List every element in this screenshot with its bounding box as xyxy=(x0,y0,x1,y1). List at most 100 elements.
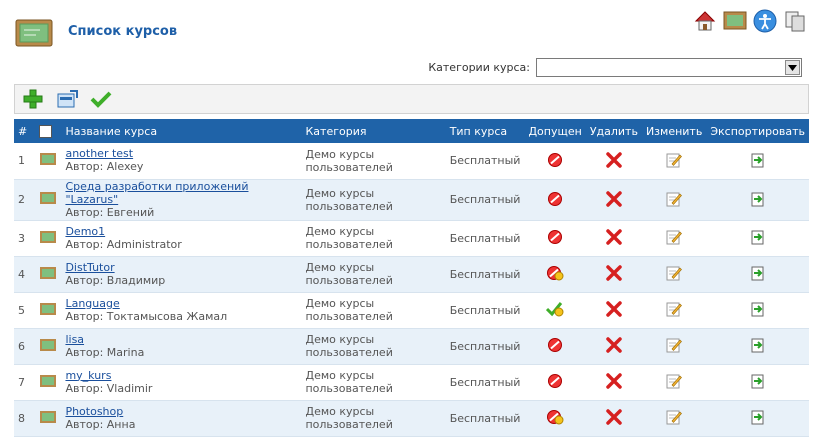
edit-cell xyxy=(641,143,707,180)
course-author: Автор: Alexey xyxy=(65,160,144,174)
col-edit: Изменить xyxy=(641,119,707,143)
chalkboard-icon xyxy=(39,153,57,169)
course-link[interactable]: Demo1 xyxy=(65,225,297,238)
export-icon[interactable] xyxy=(749,228,767,246)
delete-icon[interactable] xyxy=(605,300,623,318)
table-row: 4 DistTutor Автор: Владимир Демо курсы п… xyxy=(14,256,809,293)
blocked-status-icon[interactable] xyxy=(546,190,564,208)
col-type[interactable]: Тип курса xyxy=(445,119,525,143)
blocked-status-icon[interactable] xyxy=(546,336,564,354)
export-icon[interactable] xyxy=(749,408,767,426)
course-category-cell: Демо курсы пользователей xyxy=(301,220,446,257)
accessibility-icon[interactable] xyxy=(752,8,778,34)
col-number: # xyxy=(14,119,36,143)
course-author: Автор: Анна xyxy=(65,417,136,431)
export-icon[interactable] xyxy=(749,300,767,318)
course-author: Автор: Administrator xyxy=(65,237,182,251)
blocked-status-icon[interactable] xyxy=(546,372,564,390)
chevron-down-icon[interactable] xyxy=(785,60,800,75)
blocked-status-icon[interactable] xyxy=(546,151,564,169)
category-filter-label: Категории курса: xyxy=(428,61,530,74)
edit-icon[interactable] xyxy=(665,372,683,390)
course-type: Бесплатный xyxy=(445,400,525,437)
delete-cell xyxy=(585,292,642,329)
home-icon[interactable] xyxy=(692,8,718,34)
delete-icon[interactable] xyxy=(605,408,623,426)
course-category-line1: Демо курсы xyxy=(305,333,375,346)
export-icon[interactable] xyxy=(749,336,767,354)
approved-status-icon[interactable] xyxy=(546,300,564,318)
course-category-line1: Демо курсы xyxy=(305,147,375,161)
export-icon[interactable] xyxy=(749,190,767,208)
row-icon-cell xyxy=(35,179,62,221)
row-icon-cell xyxy=(35,328,62,365)
row-number: 1 xyxy=(14,143,36,180)
export-cell xyxy=(706,400,809,437)
course-link[interactable]: my_kurs xyxy=(65,369,297,382)
col-select xyxy=(35,119,62,143)
course-category-line1: Демо курсы xyxy=(305,405,375,418)
allowed-cell xyxy=(524,400,586,437)
delete-icon[interactable] xyxy=(605,190,623,208)
delete-icon[interactable] xyxy=(605,372,623,390)
delete-cell xyxy=(585,364,642,401)
export-icon[interactable] xyxy=(749,151,767,169)
table-row: 7 my_kurs Автор: Vladimir Демо курсы пол… xyxy=(14,364,809,401)
delete-icon[interactable] xyxy=(605,151,623,169)
export-icon[interactable] xyxy=(749,264,767,282)
course-link[interactable]: Photoshop xyxy=(65,405,297,418)
delete-icon[interactable] xyxy=(605,336,623,354)
row-number: 2 xyxy=(14,179,36,221)
add-icon[interactable] xyxy=(21,88,45,110)
delete-icon[interactable] xyxy=(605,228,623,246)
export-icon[interactable] xyxy=(749,372,767,390)
course-category-cell: Демо курсы пользователей xyxy=(301,364,446,401)
course-link[interactable]: DistTutor xyxy=(65,261,297,274)
course-name-cell: another test Автор: Alexey xyxy=(61,143,302,180)
edit-icon[interactable] xyxy=(665,151,683,169)
export-cell xyxy=(706,179,809,221)
course-type: Бесплатный xyxy=(445,256,525,293)
chalkboard-icon xyxy=(39,374,57,391)
course-link[interactable]: Среда разработки приложений "Lazarus" xyxy=(65,180,297,206)
export-cell xyxy=(706,143,809,180)
edit-icon[interactable] xyxy=(665,228,683,246)
allowed-cell xyxy=(524,328,586,365)
copy-icon[interactable] xyxy=(782,8,808,34)
edit-icon[interactable] xyxy=(665,300,683,318)
edit-cell xyxy=(641,179,707,221)
delete-icon[interactable] xyxy=(605,264,623,282)
category-select[interactable] xyxy=(536,58,802,77)
select-all-checkbox[interactable] xyxy=(39,124,53,138)
course-category-line2: пользователей xyxy=(305,310,393,323)
import-icon[interactable] xyxy=(55,88,79,110)
course-link[interactable]: lisa xyxy=(65,333,297,346)
row-number: 7 xyxy=(14,364,36,401)
chalkboard-icon xyxy=(39,302,57,319)
export-cell xyxy=(706,256,809,293)
course-name-cell: lisa Автор: Marina xyxy=(61,328,302,365)
col-name[interactable]: Название курса xyxy=(61,119,302,143)
course-author: Автор: Токтамысова Жамал xyxy=(65,309,228,323)
chalkboard-icon[interactable] xyxy=(722,8,748,34)
blocked-status-icon[interactable] xyxy=(546,228,564,246)
pending-status-icon[interactable] xyxy=(546,408,564,426)
row-icon-cell xyxy=(35,256,62,293)
edit-icon[interactable] xyxy=(665,408,683,426)
edit-icon[interactable] xyxy=(665,264,683,282)
checkmark-icon[interactable] xyxy=(89,88,113,110)
course-category-cell: Демо курсы пользователей xyxy=(301,179,446,221)
course-category-line1: Демо курсы xyxy=(305,261,375,274)
pending-status-icon[interactable] xyxy=(546,264,564,282)
course-link[interactable]: Language xyxy=(65,297,297,310)
course-category-cell: Демо курсы пользователей xyxy=(301,400,446,437)
col-category[interactable]: Категория xyxy=(301,119,446,143)
edit-cell xyxy=(641,364,707,401)
chalkboard-icon xyxy=(39,266,57,283)
edit-icon[interactable] xyxy=(665,190,683,208)
export-cell xyxy=(706,292,809,329)
chalkboard-icon xyxy=(39,338,57,355)
page-title: Список курсов xyxy=(68,24,178,39)
course-link[interactable]: another test xyxy=(65,147,297,160)
edit-icon[interactable] xyxy=(665,336,683,354)
